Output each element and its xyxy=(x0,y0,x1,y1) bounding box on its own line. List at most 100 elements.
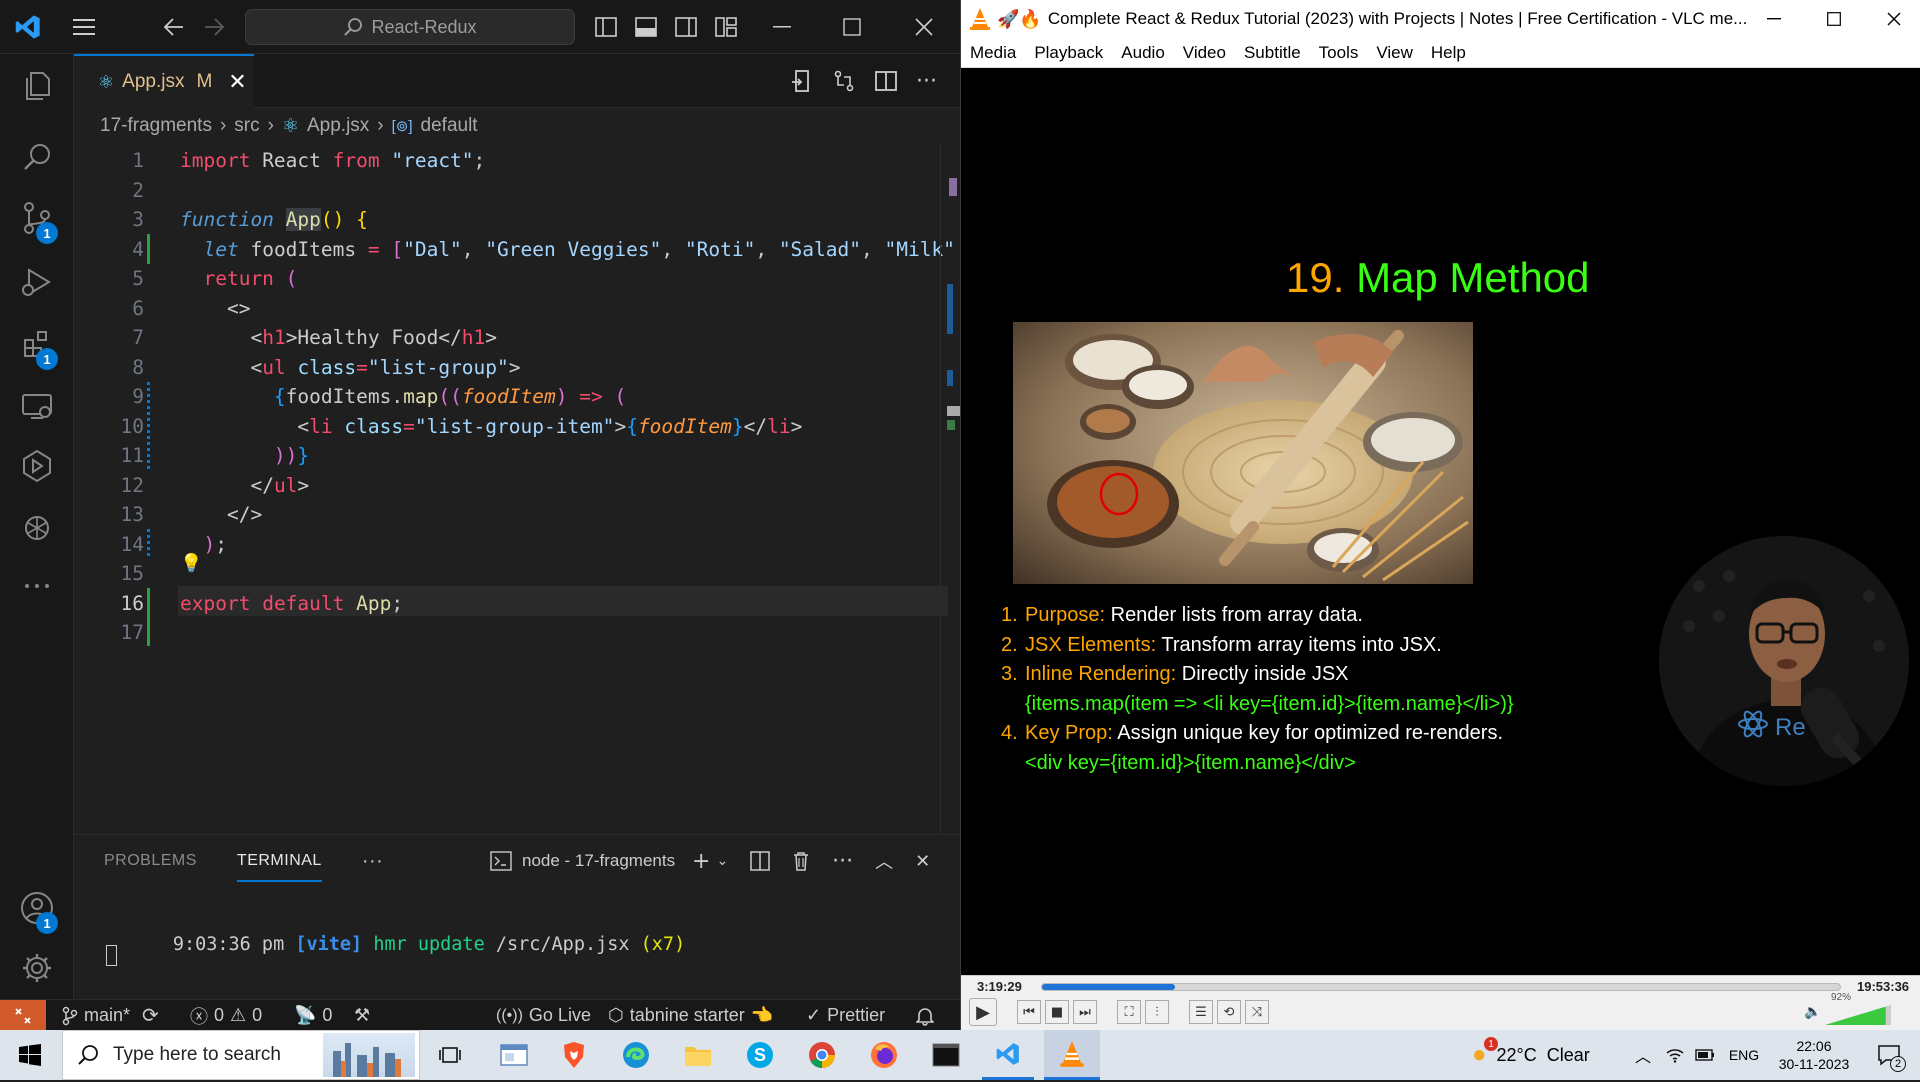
terminal-selector[interactable]: node - 17-fragments xyxy=(490,835,675,887)
chevron-down-icon[interactable]: ⌄ xyxy=(716,853,728,869)
maximize-icon[interactable] xyxy=(1827,0,1841,38)
menu-help[interactable]: Help xyxy=(1422,43,1475,63)
toggle-primary-sidebar-icon[interactable] xyxy=(590,0,622,54)
more-tabs-icon[interactable]: ··· xyxy=(362,850,383,873)
minimize-icon[interactable] xyxy=(762,0,802,54)
problems-status[interactable]: ⓧ 0 ⚠ 0 xyxy=(190,1000,262,1031)
vscode-taskbar-icon[interactable] xyxy=(982,1030,1034,1080)
more-actions-icon[interactable]: ··· xyxy=(916,69,937,94)
accounts-icon[interactable]: 1 xyxy=(0,876,74,940)
editor-scrollbar[interactable] xyxy=(940,144,961,834)
tab-close-icon[interactable]: ✕ xyxy=(228,69,246,95)
fullscreen-icon[interactable]: ⛶ xyxy=(1117,1000,1141,1024)
stop-icon[interactable]: ■ xyxy=(1045,1000,1069,1024)
loop-icon[interactable]: ⟲ xyxy=(1217,1000,1241,1024)
extended-settings-icon[interactable]: ⫶ xyxy=(1145,1000,1169,1024)
breadcrumb-file[interactable]: App.jsx xyxy=(307,115,369,137)
chrome-browser-icon[interactable] xyxy=(796,1030,848,1080)
taskbar-search-box[interactable]: Type here to search xyxy=(62,1030,420,1080)
close-panel-icon[interactable]: ✕ xyxy=(915,851,930,872)
tools-icon[interactable]: ⚒ xyxy=(354,1000,370,1031)
maximize-panel-icon[interactable]: ︿ xyxy=(875,848,893,874)
tab-problems[interactable]: PROBLEMS xyxy=(104,852,197,870)
tabnine-status[interactable]: ⬡ tabnine starter 👈 xyxy=(608,1000,773,1031)
menu-audio[interactable]: Audio xyxy=(1112,43,1173,63)
menu-subtitle[interactable]: Subtitle xyxy=(1235,43,1310,63)
customize-layout-icon[interactable] xyxy=(710,0,742,54)
seek-bar[interactable] xyxy=(1041,983,1841,991)
breadcrumb-symbol[interactable]: default xyxy=(421,115,478,137)
close-icon[interactable] xyxy=(1887,0,1901,38)
tab-terminal[interactable]: TERMINAL xyxy=(236,852,322,882)
notifications-bell-icon[interactable] xyxy=(916,1000,934,1031)
compare-changes-icon[interactable] xyxy=(832,69,856,93)
sync-icon[interactable]: ⟳ xyxy=(142,1003,159,1028)
split-terminal-icon[interactable] xyxy=(750,851,770,871)
terminal-app-icon[interactable] xyxy=(920,1030,972,1080)
forward-arrow-icon[interactable] xyxy=(196,0,232,54)
code-editor[interactable]: 1 2 3 4 5 6 7 8 9 10 11 12 13 14 15 16 1… xyxy=(74,144,961,834)
breadcrumb-src[interactable]: src xyxy=(234,115,259,137)
vlc-taskbar-icon[interactable] xyxy=(1044,1030,1100,1080)
menu-hamburger-icon[interactable] xyxy=(64,0,104,54)
file-window-icon[interactable] xyxy=(488,1030,540,1080)
wifi-icon[interactable] xyxy=(1660,1030,1690,1080)
minimize-icon[interactable] xyxy=(1767,0,1781,38)
source-control-icon[interactable]: 1 xyxy=(0,186,74,250)
git-branch[interactable]: main* ⟳ xyxy=(62,1000,159,1031)
prettier-status[interactable]: ✓ Prettier xyxy=(806,1000,885,1031)
trash-icon[interactable] xyxy=(792,851,810,871)
task-view-icon[interactable] xyxy=(424,1030,476,1080)
ports-status[interactable]: 📡 0 xyxy=(294,1000,332,1031)
menu-media[interactable]: Media xyxy=(961,43,1025,63)
search-icon[interactable] xyxy=(0,126,74,190)
next-icon[interactable]: ⏭ xyxy=(1073,1000,1097,1024)
menu-video[interactable]: Video xyxy=(1174,43,1235,63)
previous-icon[interactable]: ⏮ xyxy=(1017,1000,1041,1024)
open-preview-icon[interactable] xyxy=(790,69,814,93)
menu-tools[interactable]: Tools xyxy=(1310,43,1368,63)
weather-widget[interactable]: ● 1 22°C Clear xyxy=(1472,1030,1590,1080)
menu-playback[interactable]: Playback xyxy=(1025,43,1112,63)
back-arrow-icon[interactable] xyxy=(156,0,192,54)
run-debug-icon[interactable] xyxy=(0,250,74,314)
language-indicator[interactable]: ENG xyxy=(1724,1030,1764,1080)
battery-icon[interactable] xyxy=(1690,1030,1720,1080)
close-icon[interactable] xyxy=(904,0,944,54)
explorer-icon[interactable] xyxy=(0,54,74,118)
shuffle-icon[interactable]: ⤨ xyxy=(1245,1000,1269,1024)
remote-explorer-icon[interactable] xyxy=(0,374,74,438)
remote-indicator[interactable] xyxy=(0,1000,46,1031)
file-explorer-icon[interactable] xyxy=(672,1030,724,1080)
menu-view[interactable]: View xyxy=(1367,43,1422,63)
more-actions-icon[interactable]: ··· xyxy=(832,849,853,874)
testing-icon[interactable] xyxy=(0,434,74,498)
toggle-panel-icon[interactable] xyxy=(630,0,662,54)
start-button[interactable] xyxy=(0,1030,60,1080)
more-views-icon[interactable] xyxy=(0,554,74,618)
go-live-button[interactable]: ((•)) Go Live xyxy=(496,1000,591,1031)
speaker-icon[interactable]: 🔈 xyxy=(1804,1004,1821,1020)
chatgpt-icon[interactable] xyxy=(0,496,74,560)
command-center-search[interactable]: React-Redux xyxy=(245,9,575,45)
notification-center-icon[interactable]: 2 xyxy=(1866,1030,1912,1080)
terminal-output[interactable]: 9:03:36 pm [vite] hmr update /src/App.js… xyxy=(106,913,685,976)
edge-browser-icon[interactable] xyxy=(610,1030,662,1080)
playlist-icon[interactable]: ☰ xyxy=(1189,1000,1213,1024)
volume-slider[interactable]: 92% xyxy=(1825,992,1891,1026)
skype-icon[interactable]: S xyxy=(734,1030,786,1080)
clock[interactable]: 22:06 30-11-2023 xyxy=(1764,1030,1864,1080)
firefox-browser-icon[interactable] xyxy=(858,1030,910,1080)
play-icon[interactable]: ▶ xyxy=(969,998,997,1026)
toggle-secondary-sidebar-icon[interactable] xyxy=(670,0,702,54)
split-editor-icon[interactable] xyxy=(874,69,898,93)
tab-app-jsx[interactable]: ⚛ App.jsx M ✕ xyxy=(74,54,254,108)
maximize-icon[interactable] xyxy=(832,0,872,54)
brave-browser-icon[interactable] xyxy=(548,1030,600,1080)
settings-gear-icon[interactable] xyxy=(0,936,74,1000)
video-area[interactable]: 19. Map Method 1. Purpose: Render lists … xyxy=(961,68,1920,975)
new-terminal-icon[interactable]: + xyxy=(692,849,710,874)
extensions-icon[interactable]: 1 xyxy=(0,312,74,376)
show-hidden-icons-chevron-icon[interactable]: ︿ xyxy=(1628,1030,1658,1080)
breadcrumb-folder[interactable]: 17-fragments xyxy=(100,115,212,137)
